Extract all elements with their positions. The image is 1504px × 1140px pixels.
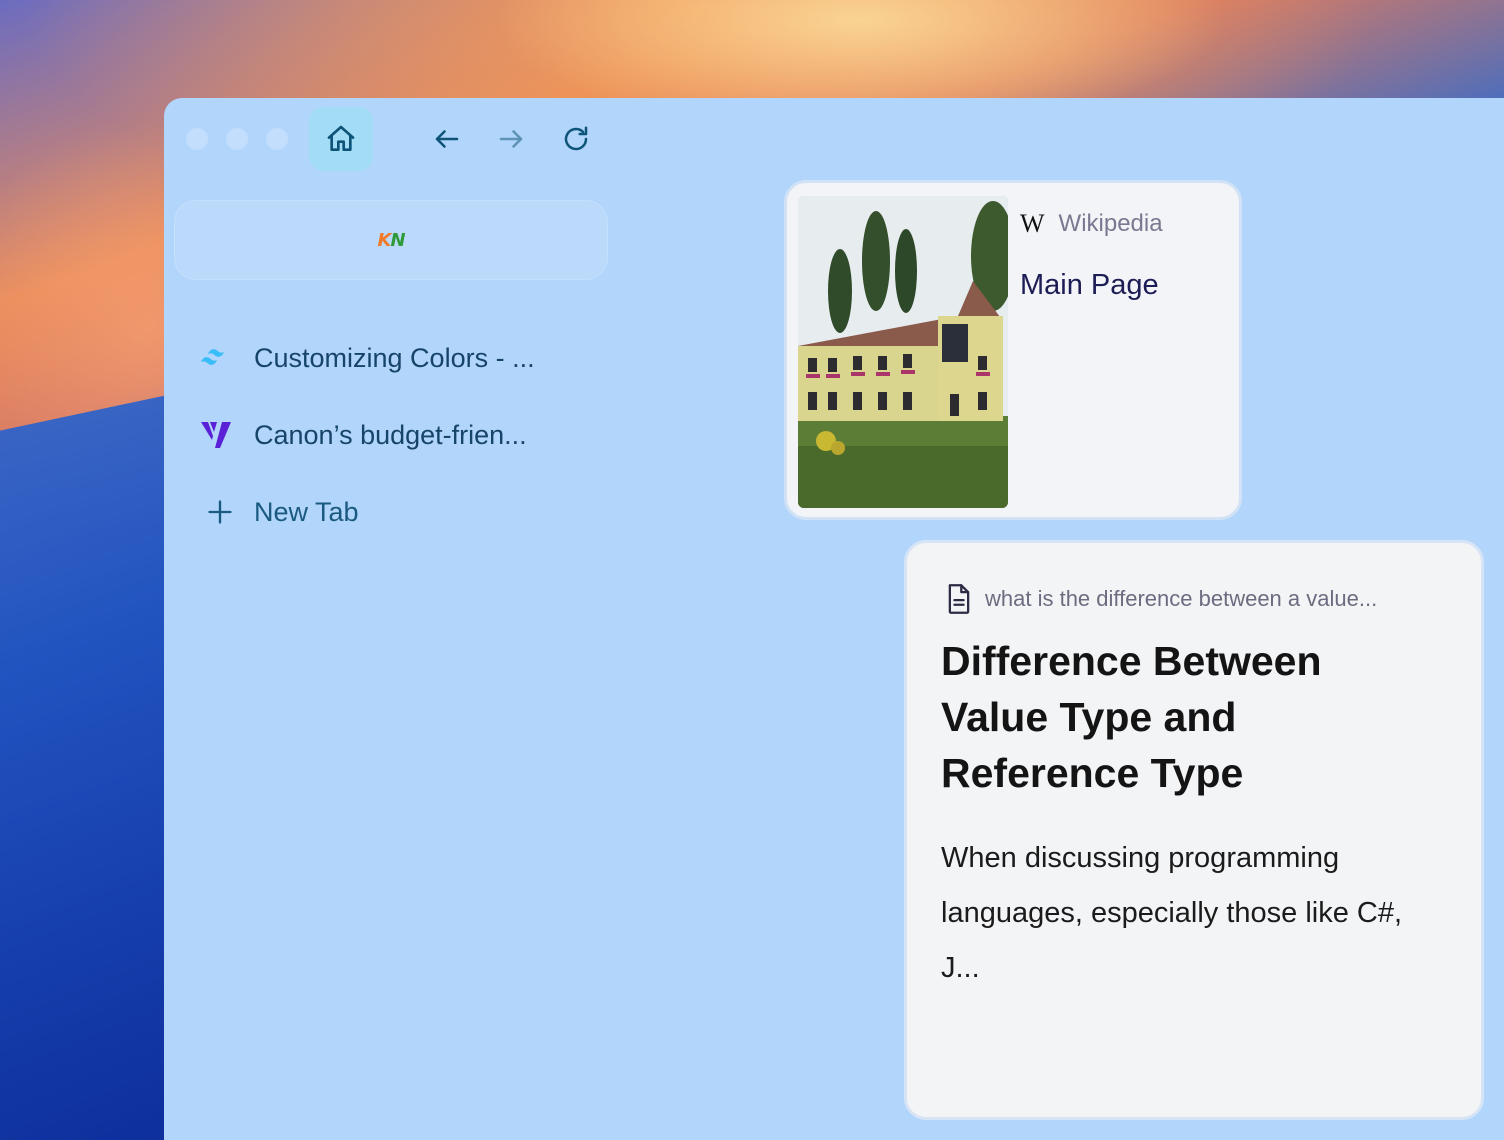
plus-icon: [204, 496, 236, 528]
arrow-left-icon: [435, 130, 459, 148]
wiki-page-title[interactable]: Main Page: [1020, 269, 1159, 302]
reload-button[interactable]: [556, 119, 596, 159]
sidebar-tab-customizing-colors[interactable]: Customizing Colors - ...: [200, 342, 535, 374]
verge-icon: [200, 419, 232, 451]
tab-label: Customizing Colors - ...: [254, 342, 535, 373]
minimize-window-button[interactable]: [226, 128, 248, 150]
browser-window: KN Customizing Colors - ... Canon’s budg…: [164, 98, 1504, 1140]
answer-card[interactable]: what is the difference between a value..…: [904, 540, 1484, 1120]
wiki-source-label: Wikipedia: [1058, 210, 1163, 237]
search-query: what is the difference between a value..…: [945, 583, 1377, 615]
document-icon: [945, 583, 973, 615]
site-logo-letter: K: [377, 229, 391, 251]
zoom-window-button[interactable]: [266, 128, 288, 150]
new-tab-button[interactable]: New Tab: [204, 496, 359, 528]
address-bar[interactable]: KN: [174, 200, 608, 280]
wikipedia-card[interactable]: W Wikipedia Main Page: [784, 180, 1242, 520]
reload-icon: [564, 126, 588, 151]
site-logo-letter: N: [390, 229, 405, 251]
tailwind-icon: [200, 342, 232, 374]
arrow-right-icon: [499, 130, 523, 148]
new-tab-label: New Tab: [254, 496, 359, 527]
search-query-text: what is the difference between a value..…: [985, 586, 1378, 611]
back-button[interactable]: [427, 119, 467, 159]
tab-label: Canon’s budget-frien...: [254, 419, 527, 450]
building-photo: [798, 196, 1008, 508]
wikipedia-icon: W: [1020, 209, 1045, 238]
home-button[interactable]: [309, 107, 373, 171]
close-window-button[interactable]: [186, 128, 208, 150]
sidebar-tab-canon-budget[interactable]: Canon’s budget-frien...: [200, 419, 527, 451]
answer-title: Difference Between Value Type and Refere…: [941, 638, 1322, 796]
wiki-source: W Wikipedia: [1020, 209, 1163, 239]
forward-button[interactable]: [491, 119, 531, 159]
site-logo: KN: [377, 229, 405, 251]
home-icon: [327, 125, 355, 151]
answer-snippet: When discussing programming languages, e…: [941, 842, 1403, 984]
